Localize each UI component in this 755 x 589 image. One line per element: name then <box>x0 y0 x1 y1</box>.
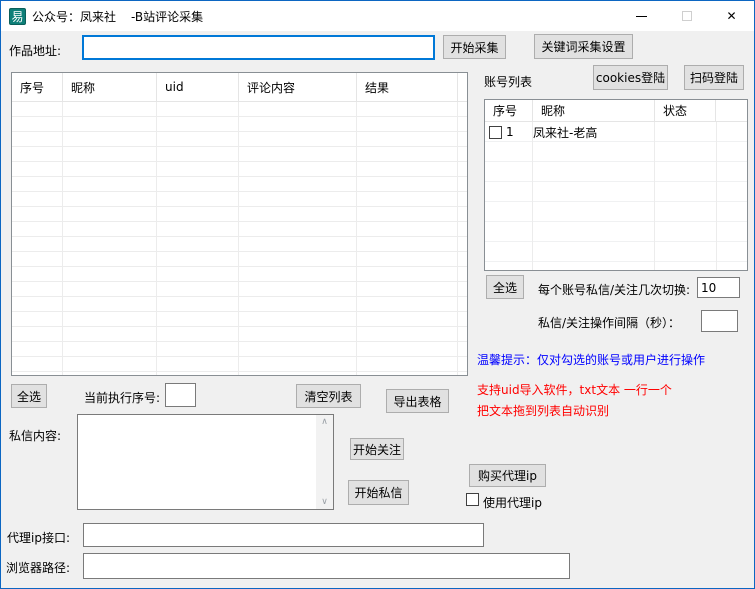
minimize-icon <box>636 16 647 17</box>
maximize-icon <box>682 11 692 21</box>
title-bar: 易 公众号：凤来社 -B站评论采集 ✕ <box>1 1 754 31</box>
close-icon: ✕ <box>726 9 736 23</box>
col-comment: 评论内容 <box>239 73 357 101</box>
comment-table-body <box>12 102 467 375</box>
current-index-label: 当前执行序号: <box>84 389 160 406</box>
dm-scrollbar[interactable]: ∧ ∨ <box>316 415 333 509</box>
scroll-up-icon[interactable]: ∧ <box>321 415 328 429</box>
col-uid: uid <box>157 73 239 101</box>
interval-input[interactable] <box>701 310 738 332</box>
cookies-login-button[interactable]: cookies登陆 <box>593 65 668 90</box>
account-table[interactable]: 序号 昵称 状态 1 凤来社-老高 <box>484 99 748 271</box>
gridline <box>356 102 357 375</box>
maximize-button[interactable] <box>664 1 709 31</box>
start-follow-button[interactable]: 开始关注 <box>350 438 404 460</box>
col-status: 状态 <box>655 100 716 121</box>
scroll-down-icon[interactable]: ∨ <box>321 495 328 509</box>
browser-path-label: 浏览器路径: <box>6 559 70 576</box>
account-nickname: 凤来社-老高 <box>533 124 655 141</box>
use-proxy-label: 使用代理ip <box>483 494 542 511</box>
hint-red-text-2: 把文本拖到列表自动识别 <box>477 402 609 419</box>
keyword-settings-button[interactable]: 关键词采集设置 <box>534 34 633 59</box>
minimize-button[interactable] <box>619 1 664 31</box>
comment-select-all-button[interactable]: 全选 <box>11 384 47 408</box>
col-result: 结果 <box>357 73 458 101</box>
col-index: 序号 <box>485 100 533 121</box>
hint-red-text-1: 支持uid导入软件，txt文本 一行一个 <box>477 381 672 398</box>
hint-blue-text: 温馨提示：仅对勾选的账号或用户进行操作 <box>477 351 705 368</box>
proxy-api-label: 代理ip接口: <box>7 529 70 546</box>
work-address-label: 作品地址: <box>9 42 61 59</box>
account-checkbox[interactable] <box>489 126 502 139</box>
buy-proxy-button[interactable]: 购买代理ip <box>469 464 546 487</box>
qr-login-button[interactable]: 扫码登陆 <box>684 65 744 90</box>
start-dm-button[interactable]: 开始私信 <box>348 480 409 505</box>
window-title-suffix: -B站评论采集 <box>131 8 203 25</box>
gridline <box>654 122 655 270</box>
account-row[interactable]: 1 凤来社-老高 <box>485 122 747 142</box>
app-icon: 易 <box>9 8 26 25</box>
gridline <box>457 102 458 375</box>
start-collect-button[interactable]: 开始采集 <box>443 35 506 59</box>
account-select-all-button[interactable]: 全选 <box>486 275 524 299</box>
switch-count-label: 每个账号私信/关注几次切换: <box>538 281 690 298</box>
col-nickname: 昵称 <box>533 100 655 121</box>
dm-content-label: 私信内容: <box>9 427 61 444</box>
col-spare <box>458 73 467 101</box>
clear-list-button[interactable]: 清空列表 <box>296 384 361 408</box>
account-table-body: 1 凤来社-老高 <box>485 122 747 270</box>
browser-path-input[interactable] <box>83 553 570 579</box>
gridline <box>238 102 239 375</box>
gridline <box>62 102 63 375</box>
gridline <box>716 122 717 270</box>
col-nickname: 昵称 <box>63 73 157 101</box>
work-address-input[interactable] <box>82 35 435 60</box>
account-table-header: 序号 昵称 状态 <box>485 100 747 122</box>
proxy-api-input[interactable] <box>83 523 484 547</box>
dm-content-box: ∧ ∨ <box>77 414 334 510</box>
interval-label: 私信/关注操作间隔（秒）： <box>538 314 680 331</box>
dm-content-input[interactable] <box>78 415 316 509</box>
client-area: 作品地址: 开始采集 关键词采集设置 账号列表 cookies登陆 扫码登陆 序… <box>1 31 754 588</box>
comment-table-header: 序号 昵称 uid 评论内容 结果 <box>12 73 467 102</box>
comment-table[interactable]: 序号 昵称 uid 评论内容 结果 <box>11 72 468 376</box>
export-table-button[interactable]: 导出表格 <box>386 389 449 413</box>
switch-count-input[interactable] <box>697 277 740 298</box>
account-list-label: 账号列表 <box>484 73 532 90</box>
gridline <box>532 122 533 270</box>
use-proxy-checkbox[interactable] <box>466 493 479 506</box>
account-index: 1 <box>506 125 533 139</box>
caption-buttons: ✕ <box>619 1 754 31</box>
close-button[interactable]: ✕ <box>709 1 754 31</box>
col-index: 序号 <box>12 73 63 101</box>
col-spare <box>716 100 747 121</box>
gridline <box>156 102 157 375</box>
current-index-input[interactable] <box>165 383 196 407</box>
window-title: 公众号：凤来社 <box>32 8 116 25</box>
